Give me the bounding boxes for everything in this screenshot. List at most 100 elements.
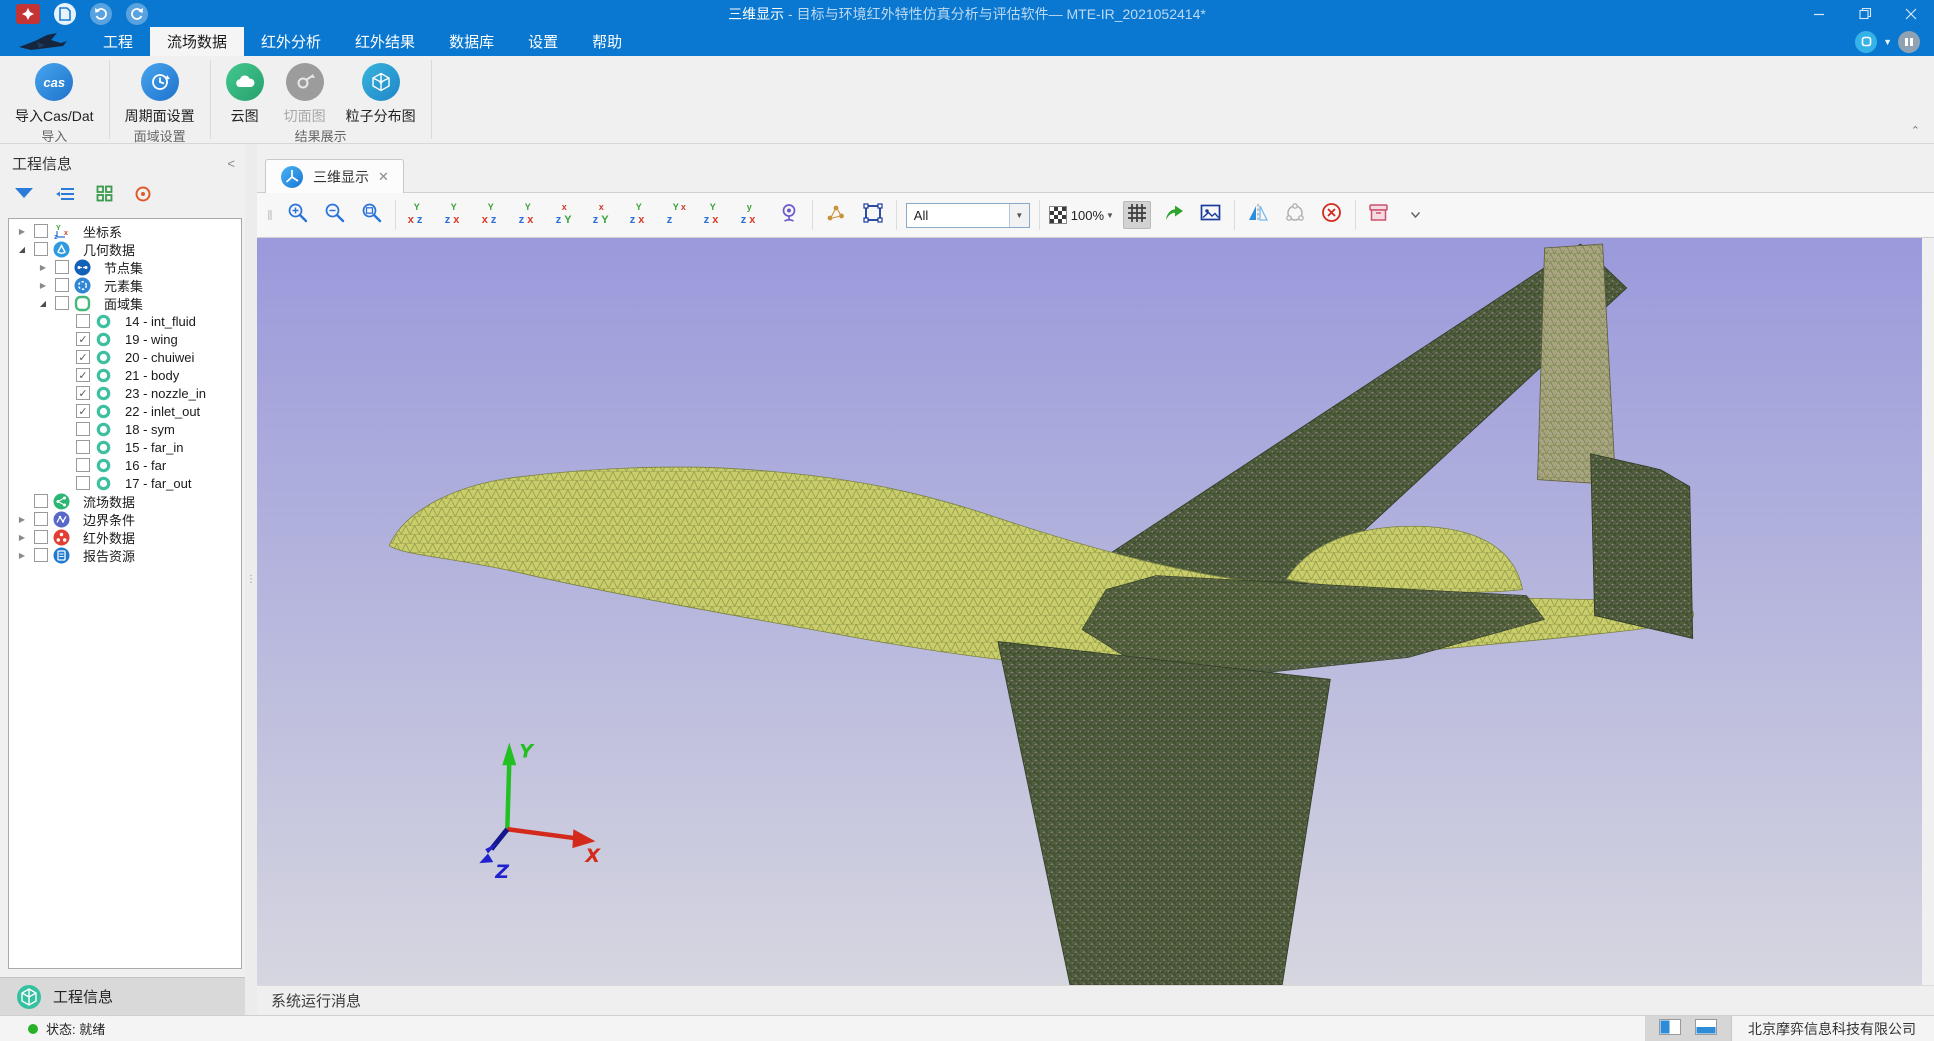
- expand-arrow-icon[interactable]: ▶: [36, 263, 50, 272]
- ribbon-button-clock[interactable]: 周期面设置: [116, 63, 204, 126]
- view-iso-1-button[interactable]: Yzx: [627, 201, 655, 229]
- zoom-out-button[interactable]: [321, 201, 349, 229]
- menu-item-4[interactable]: 数据库: [432, 27, 511, 56]
- panel-splitter[interactable]: ⋮: [245, 144, 257, 1015]
- menu-item-5[interactable]: 设置: [511, 27, 575, 56]
- expand-arrow-icon[interactable]: ▶: [15, 227, 29, 236]
- ribbon-button-cas[interactable]: cas导入Cas/Dat: [6, 63, 103, 126]
- grid-toggle-button[interactable]: [1123, 201, 1151, 229]
- tree-item--[interactable]: ▶报告资源: [9, 546, 241, 564]
- tree-checkbox[interactable]: [76, 422, 90, 436]
- tree-checkbox[interactable]: [34, 224, 48, 238]
- tree-checkbox[interactable]: ✓: [76, 386, 90, 400]
- view-back-button[interactable]: Yzx: [442, 201, 470, 229]
- tree-checkbox[interactable]: [76, 458, 90, 472]
- outline-list-button[interactable]: [55, 186, 75, 207]
- style-button[interactable]: [1898, 31, 1920, 53]
- tree-checkbox[interactable]: [34, 242, 48, 256]
- ribbon-button-cloud[interactable]: 云图: [217, 63, 273, 126]
- expand-arrow-icon[interactable]: ▶: [36, 281, 50, 290]
- zoom-fit-button[interactable]: [358, 201, 386, 229]
- mirror-button[interactable]: [1244, 201, 1272, 229]
- view-left-button[interactable]: Yxz: [479, 201, 507, 229]
- display-filter-combo[interactable]: All▼: [906, 203, 1030, 228]
- tree-item--[interactable]: ◢几何数据: [9, 240, 241, 258]
- view-front-button[interactable]: Yxz: [405, 201, 433, 229]
- menu-item-2[interactable]: 红外分析: [244, 27, 338, 56]
- view-iso-4-button[interactable]: yzx: [738, 201, 766, 229]
- expand-arrow-icon[interactable]: ▶: [15, 515, 29, 524]
- tree-item--[interactable]: ▶Yzx坐标系: [9, 222, 241, 240]
- view-right-button[interactable]: Yzx: [516, 201, 544, 229]
- delete-button[interactable]: [1318, 201, 1346, 229]
- new-document-button[interactable]: [54, 3, 76, 25]
- tree-item--[interactable]: 流场数据: [9, 492, 241, 510]
- particles-button[interactable]: [822, 201, 850, 229]
- export-button[interactable]: [1160, 201, 1188, 229]
- select-box-button[interactable]: [859, 201, 887, 229]
- tree-checkbox[interactable]: ✓: [76, 332, 90, 346]
- view-top-button[interactable]: xzY: [553, 201, 581, 229]
- menu-item-0[interactable]: 工程: [86, 27, 150, 56]
- expand-arrow-icon[interactable]: ▶: [15, 551, 29, 560]
- tree-checkbox[interactable]: [76, 314, 90, 328]
- ribbon-collapse-button[interactable]: ⌃: [1911, 124, 1920, 137]
- app-button[interactable]: [16, 4, 40, 24]
- tree-item-18---sym[interactable]: 18 - sym: [9, 420, 241, 438]
- ribbon-button-cube[interactable]: 粒子分布图: [337, 63, 425, 126]
- tree-item-22---inlet_out[interactable]: ✓22 - inlet_out: [9, 402, 241, 420]
- combo-dropdown-button[interactable]: ▼: [1009, 204, 1029, 227]
- tree-item-20---chuiwei[interactable]: ✓20 - chuiwei: [9, 348, 241, 366]
- opacity-control[interactable]: 100%▼: [1049, 206, 1114, 224]
- tree-checkbox[interactable]: [55, 260, 69, 274]
- orbit-button[interactable]: [1281, 201, 1309, 229]
- undo-button[interactable]: [90, 3, 112, 25]
- sidebar-footer[interactable]: 工程信息: [0, 977, 245, 1015]
- viewport-3d[interactable]: Y X Z: [257, 238, 1922, 985]
- collapse-arrow-icon[interactable]: ◢: [36, 299, 50, 308]
- tree-checkbox[interactable]: [34, 494, 48, 508]
- theme-button[interactable]: [1855, 31, 1877, 53]
- sidebar-collapse-button[interactable]: <: [227, 156, 235, 171]
- tree-item-16---far[interactable]: 16 - far: [9, 456, 241, 474]
- tree-checkbox[interactable]: ✓: [76, 350, 90, 364]
- minimize-button[interactable]: [1796, 0, 1842, 27]
- redo-button[interactable]: [126, 3, 148, 25]
- tree-checkbox[interactable]: [34, 530, 48, 544]
- menu-item-1[interactable]: 流场数据: [150, 27, 244, 56]
- menu-item-3[interactable]: 红外结果: [338, 27, 432, 56]
- target-button[interactable]: [134, 185, 152, 208]
- tree-checkbox[interactable]: [76, 440, 90, 454]
- toolbar-grip[interactable]: ‖: [267, 207, 275, 223]
- menu-item-6[interactable]: 帮助: [575, 27, 639, 56]
- tree-item--[interactable]: ◢面域集: [9, 294, 241, 312]
- tree-checkbox[interactable]: [55, 296, 69, 310]
- expand-arrow-icon[interactable]: ▶: [15, 533, 29, 542]
- tree-item--[interactable]: ▶元素集: [9, 276, 241, 294]
- camera-button[interactable]: [775, 201, 803, 229]
- tree-item-23---nozzle_in[interactable]: ✓23 - nozzle_in: [9, 384, 241, 402]
- view-bottom-button[interactable]: xzY: [590, 201, 618, 229]
- view-iso-2-button[interactable]: Yxz: [664, 201, 692, 229]
- tree-checkbox[interactable]: ✓: [76, 404, 90, 418]
- tree-checkbox[interactable]: [34, 512, 48, 526]
- zoom-in-button[interactable]: [284, 201, 312, 229]
- snapshot-button[interactable]: [1197, 201, 1225, 229]
- box-button[interactable]: [1365, 201, 1393, 229]
- tree-item-19---wing[interactable]: ✓19 - wing: [9, 330, 241, 348]
- tab-3d-view[interactable]: 三维显示 ✕: [265, 159, 404, 193]
- theme-caret-icon[interactable]: ▼: [1883, 37, 1892, 47]
- tree-item-17---far_out[interactable]: 17 - far_out: [9, 474, 241, 492]
- tree-checkbox[interactable]: ✓: [76, 368, 90, 382]
- layout-toggle-bottom-button[interactable]: [1695, 1019, 1717, 1038]
- collapse-arrow-icon[interactable]: ◢: [15, 245, 29, 254]
- more-button[interactable]: [1402, 201, 1430, 229]
- view-iso-3-button[interactable]: Yzx: [701, 201, 729, 229]
- maximize-button[interactable]: [1842, 0, 1888, 27]
- tree-item-21---body[interactable]: ✓21 - body: [9, 366, 241, 384]
- tree-item-15---far_in[interactable]: 15 - far_in: [9, 438, 241, 456]
- tree-item-14---int_fluid[interactable]: 14 - int_fluid: [9, 312, 241, 330]
- tab-close-button[interactable]: ✕: [378, 169, 389, 185]
- opacity-caret-icon[interactable]: ▼: [1106, 211, 1114, 220]
- tree-item--[interactable]: ▶红外数据: [9, 528, 241, 546]
